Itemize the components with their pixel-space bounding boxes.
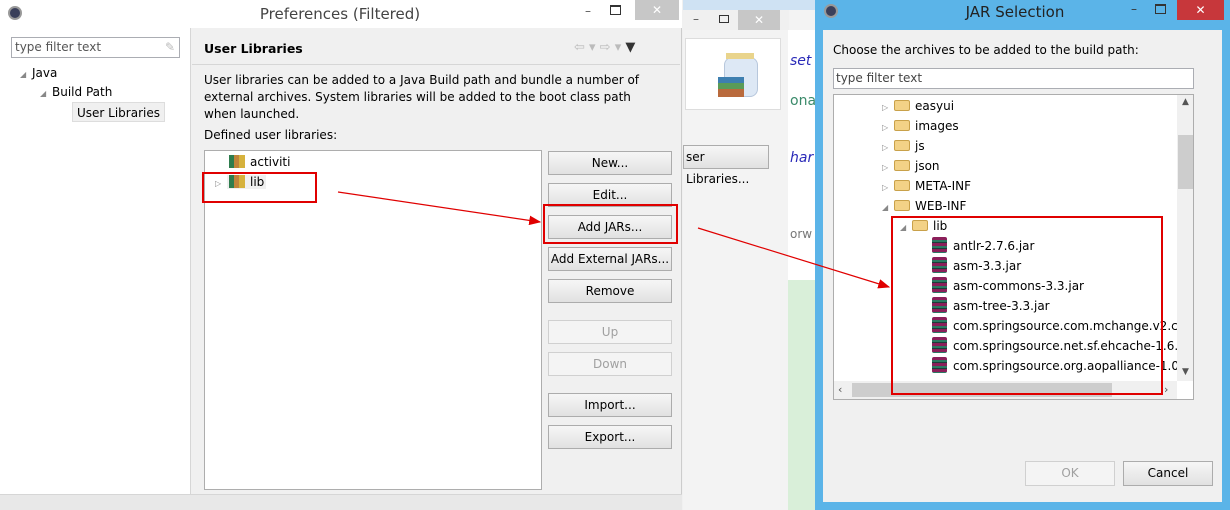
arrow-to-jars <box>697 227 891 289</box>
arrow-to-add-jars <box>337 191 542 226</box>
annotation-arrows <box>337 191 891 289</box>
